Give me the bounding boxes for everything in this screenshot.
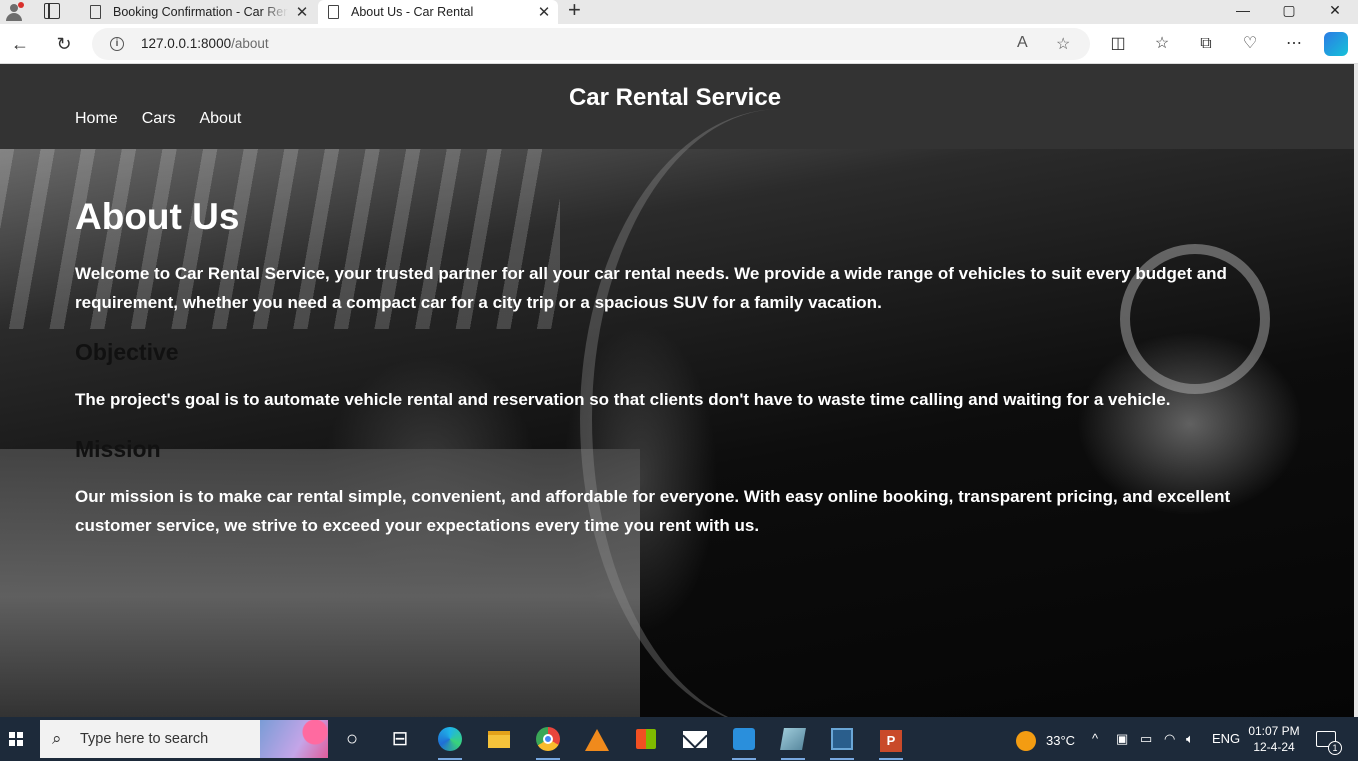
info-icon[interactable]: i	[110, 37, 124, 51]
vscode-icon[interactable]	[728, 723, 760, 760]
more-icon[interactable]: ⋯	[1282, 32, 1306, 56]
tab-title: Booking Confirmation - Car Rental	[113, 5, 288, 19]
windows-start-icon[interactable]	[9, 732, 23, 746]
refresh-icon[interactable]: ↻	[52, 32, 76, 56]
site-nav: Home Cars About	[75, 110, 241, 128]
back-icon[interactable]: ←	[8, 32, 32, 56]
copilot-icon[interactable]	[1324, 32, 1348, 56]
about-section: About Us Welcome to Car Rental Service, …	[0, 109, 1354, 717]
search-icon: ⌕	[52, 729, 62, 748]
cortana-icon[interactable]: ○	[336, 723, 368, 755]
site-title: Car Rental Service	[568, 84, 782, 111]
objective-paragraph: The project's goal is to automate vehicl…	[75, 390, 1171, 409]
favorites-icon[interactable]: ☆	[1150, 32, 1174, 56]
workbench-icon[interactable]	[826, 723, 858, 760]
maximize-button[interactable]: ▢	[1266, 0, 1312, 22]
close-window-button[interactable]: ✕	[1312, 0, 1358, 22]
mission-paragraph: Our mission is to make car rental simple…	[75, 487, 1231, 535]
powerpoint-icon[interactable]: P	[875, 723, 907, 760]
scrollbar[interactable]	[1354, 64, 1358, 717]
read-aloud-icon[interactable]: A	[1017, 34, 1028, 52]
browser-essentials-icon[interactable]: ♡	[1238, 32, 1262, 56]
objective-heading: Objective	[75, 339, 179, 365]
meet-now-icon[interactable]: ▣	[1116, 731, 1128, 747]
nav-link-about[interactable]: About	[199, 110, 241, 128]
nav-link-home[interactable]: Home	[75, 110, 118, 128]
tab-title: About Us - Car Rental	[351, 5, 474, 19]
tab-booking-confirmation[interactable]: Booking Confirmation - Car Rental ✕	[80, 0, 316, 24]
collections-icon[interactable]: ⧉	[1194, 32, 1218, 56]
edge-icon[interactable]	[434, 723, 466, 760]
app-icon[interactable]	[777, 723, 809, 760]
clock[interactable]: 01:07 PM 12-4-24	[1246, 723, 1302, 755]
chrome-icon[interactable]	[532, 723, 564, 760]
tab-actions-icon[interactable]	[44, 3, 60, 19]
taskbar-search[interactable]: ⌕ Type here to search	[40, 720, 328, 758]
url-text[interactable]: 127.0.0.1:8000/about	[141, 36, 269, 51]
mail-icon[interactable]	[679, 723, 711, 755]
weather-icon[interactable]	[1016, 731, 1036, 751]
vlc-icon[interactable]	[581, 723, 613, 755]
page-icon	[90, 5, 101, 19]
store-icon[interactable]	[630, 723, 662, 755]
language-indicator[interactable]: ENG	[1212, 731, 1240, 746]
clock-date: 12-4-24	[1253, 740, 1295, 754]
address-bar-row: ← ↻ i 127.0.0.1:8000/about A ☆ ◫ ☆ ⧉ ♡ ⋯	[0, 24, 1358, 64]
favorite-star-icon[interactable]: ☆	[1056, 34, 1070, 54]
weather-temperature[interactable]: 33°C	[1046, 733, 1075, 748]
close-tab-icon[interactable]: ✕	[530, 3, 558, 21]
volume-icon[interactable]: 🔈︎	[1186, 731, 1194, 747]
new-tab-button[interactable]: +	[568, 0, 581, 21]
close-tab-icon[interactable]: ✕	[288, 3, 316, 21]
wifi-icon[interactable]: ◠	[1164, 731, 1175, 747]
mission-heading: Mission	[75, 436, 161, 462]
address-bar[interactable]: i 127.0.0.1:8000/about A ☆	[92, 28, 1090, 60]
file-explorer-icon[interactable]	[483, 723, 515, 755]
page-viewport: Car Rental Service Home Cars About About…	[0, 64, 1354, 717]
clock-time: 01:07 PM	[1248, 724, 1300, 738]
browser-tab-strip: Booking Confirmation - Car Rental ✕ Abou…	[0, 0, 1358, 24]
nav-link-cars[interactable]: Cars	[142, 110, 176, 128]
split-screen-icon[interactable]: ◫	[1106, 32, 1130, 56]
task-view-icon[interactable]: ⊟	[384, 723, 416, 755]
page-icon	[328, 5, 339, 19]
battery-icon[interactable]: ▭	[1140, 731, 1152, 747]
page-title: About Us	[75, 196, 240, 237]
intro-paragraph: Welcome to Car Rental Service, your trus…	[75, 264, 1227, 312]
search-placeholder: Type here to search	[80, 731, 209, 747]
tab-about-us[interactable]: About Us - Car Rental ✕	[318, 0, 558, 24]
minimize-button[interactable]: —	[1220, 0, 1266, 22]
profile-icon[interactable]	[4, 2, 24, 22]
taskbar: ⌕ Type here to search ○ ⊟ P 33°C ^ ▣ ▭ ◠…	[0, 717, 1358, 761]
chevron-up-icon[interactable]: ^	[1092, 731, 1098, 746]
search-highlight-image	[260, 720, 328, 758]
notification-count-badge: 1	[1328, 741, 1342, 755]
site-header: Car Rental Service Home Cars About	[0, 64, 1354, 149]
